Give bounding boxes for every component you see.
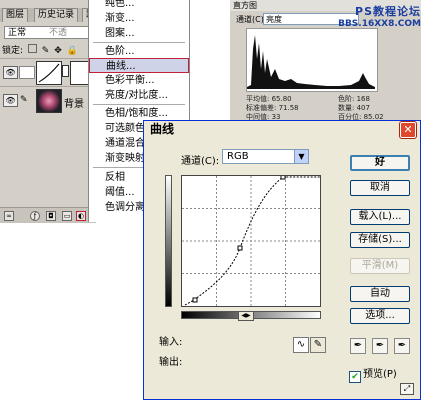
background-layer-thumbnail [36, 89, 62, 113]
menu-item-brightness-contrast[interactable]: 亮度/对比度... [89, 88, 189, 103]
channel-select[interactable]: RGB ▼ [222, 149, 309, 164]
options-button[interactable]: 选项... [350, 308, 410, 324]
menu-item-curves[interactable]: 曲线... [89, 58, 189, 73]
adjustment-layer-icon [19, 66, 35, 79]
gradient-toggle-icon[interactable]: ◀▶ [238, 311, 254, 321]
output-label: 输出: [159, 357, 183, 368]
close-icon[interactable]: ✕ [400, 122, 416, 138]
expand-icon[interactable]: ⤢ [400, 383, 414, 395]
histogram-channel-value: 亮度 [266, 15, 282, 24]
smooth-button[interactable]: 平滑(M) [350, 258, 410, 274]
histogram-channel-label: 通道(C): [236, 15, 267, 24]
lock-move-icon[interactable]: ✥ [54, 46, 62, 56]
layer-row-background[interactable]: 👁 ✎ 背景 [0, 86, 96, 114]
input-label: 输入: [159, 337, 183, 348]
pencil-icon[interactable]: ✎ [310, 337, 326, 353]
menu-item-color-balance[interactable]: 色彩平衡... [89, 73, 189, 88]
layers-panel-tabs: 图层 历史记录 路 [0, 8, 100, 22]
opacity-label: 不透 [49, 28, 68, 38]
curve-plot[interactable] [182, 174, 320, 306]
lock-label: 锁定: [2, 46, 24, 56]
curves-dialog-title: 曲线 [150, 122, 175, 136]
preview-label: 预览(P) [363, 369, 397, 380]
channel-value: RGB [227, 151, 249, 162]
channel-label: 通道(C): [181, 156, 220, 167]
link-layers-icon[interactable]: ∞ [4, 211, 14, 221]
menu-separator [93, 42, 185, 43]
visibility-eye-icon[interactable]: 👁 [3, 94, 18, 107]
visibility-eye-icon[interactable]: 👁 [3, 66, 18, 79]
menu-item-pattern[interactable]: 图案... [89, 26, 189, 41]
curves-titlebar: 曲线 ✕ [144, 121, 420, 138]
chevron-down-icon[interactable]: ▼ [294, 150, 308, 163]
lock-brush-icon[interactable]: ✎ [42, 46, 50, 56]
menu-item-solid-color[interactable]: 纯色... [89, 0, 189, 11]
load-button[interactable]: 载入(L)... [350, 209, 410, 225]
cancel-button[interactable]: 取消 [350, 180, 410, 196]
ok-button[interactable]: 好 [350, 155, 410, 171]
watermark-line2: BBS.16XX8.COM [338, 19, 421, 29]
output-gradient-bar [165, 175, 172, 307]
layers-panel: 图层 历史记录 路 正常 不透 锁定: ✎ ✥ 🔒 填 👁 👁 ✎ 背景 ∞ ƒ… [0, 0, 100, 223]
brush-icon: ✎ [20, 95, 28, 105]
menu-separator [93, 104, 185, 105]
add-mask-icon[interactable]: ◘ [46, 211, 56, 221]
lock-row: 锁定: ✎ ✥ 🔒 填 [2, 44, 98, 56]
curves-dialog: 曲线 ✕ 通道(C): RGB ▼ ◀▶ 输入: 输出: ∿ ✎ 好 取消 载入… [143, 120, 421, 400]
preview-checkbox[interactable]: ✔ 预览(P) [349, 365, 397, 383]
histogram-graph [246, 28, 378, 92]
curve-graph[interactable] [181, 174, 321, 307]
new-group-icon[interactable]: ▭ [62, 211, 72, 221]
curve-point [192, 297, 198, 303]
layer-name: 背景 [64, 99, 84, 110]
new-adjustment-layer-icon[interactable]: ◐ [76, 211, 86, 221]
layers-panel-footer: ∞ ƒ ◘ ▭ ◐ [0, 207, 96, 223]
checkmark-icon[interactable]: ✔ [349, 371, 361, 383]
curve-point [237, 245, 243, 251]
gray-eyedropper-icon[interactable]: ✒ [372, 338, 388, 354]
layer-style-icon[interactable]: ƒ [30, 211, 40, 221]
tab-layers[interactable]: 图层 [2, 8, 29, 22]
chain-link-icon [62, 65, 69, 77]
curves-adjustment-thumbnail [36, 61, 62, 85]
watermark-line1: PS教程论坛 [355, 5, 421, 18]
menu-item-hue-saturation[interactable]: 色相/饱和度... [89, 106, 189, 121]
save-button[interactable]: 存储(S)... [350, 232, 410, 248]
site-watermark: PS教程论坛 BBS.16XX8.COM [313, 3, 421, 33]
tab-history[interactable]: 历史记录 [34, 8, 79, 22]
input-gradient-bar: ◀▶ [181, 311, 321, 321]
menu-item-levels[interactable]: 色阶... [89, 44, 189, 59]
lock-transparency-icon[interactable] [27, 44, 37, 53]
auto-button[interactable]: 自动 [350, 286, 410, 302]
blend-mode-select[interactable]: 正常 不透 [4, 26, 94, 39]
lock-all-icon[interactable]: 🔒 [67, 46, 78, 56]
curve-point [280, 174, 286, 180]
black-eyedropper-icon[interactable]: ✒ [350, 338, 366, 354]
menu-item-gradient[interactable]: 渐变... [89, 11, 189, 26]
white-eyedropper-icon[interactable]: ✒ [394, 338, 410, 354]
blend-mode-value: 正常 [8, 28, 27, 38]
histogram-bars [247, 35, 375, 89]
curve-thumb-icon [38, 63, 60, 83]
layer-row-curves[interactable]: 👁 [0, 58, 96, 86]
curve-tool-icon[interactable]: ∿ [293, 337, 309, 353]
